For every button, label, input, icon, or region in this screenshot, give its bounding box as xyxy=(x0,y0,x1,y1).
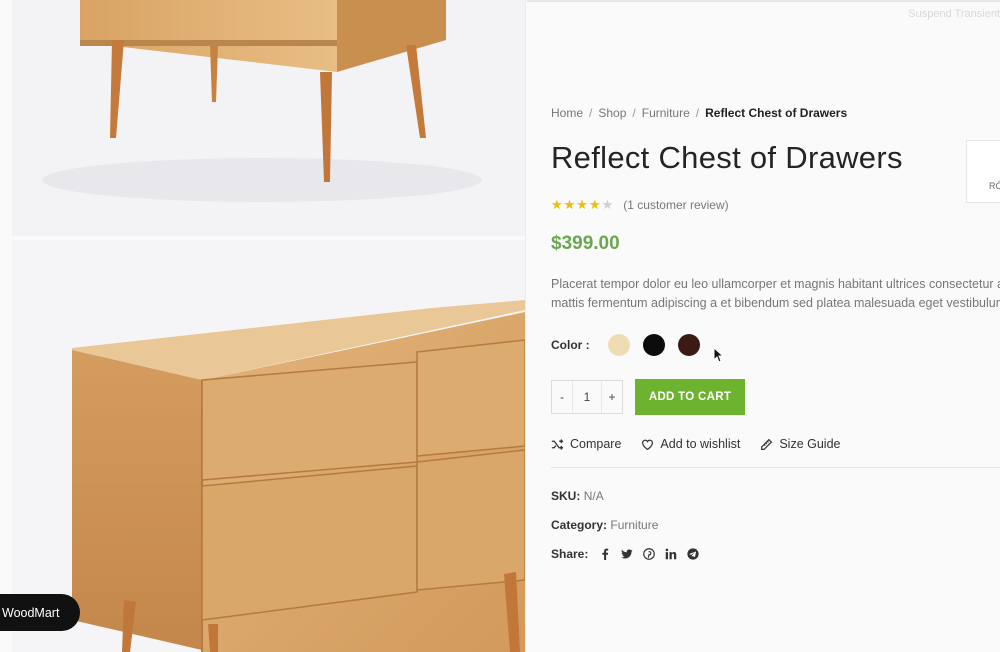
breadcrumb-furniture[interactable]: Furniture xyxy=(642,106,690,120)
color-swatch-black[interactable] xyxy=(642,334,665,356)
sku-row: SKU: N/A xyxy=(551,489,604,503)
sku-label: SKU: xyxy=(551,489,581,503)
add-to-cart-button[interactable]: ADD TO CART xyxy=(635,379,745,415)
star-rating-fill: ★★★★★ xyxy=(551,197,602,212)
product-description: Placerat tempor dolor eu leo ullamcorper… xyxy=(551,275,1000,313)
pinterest-icon[interactable] xyxy=(642,548,655,561)
product-price: $399.00 xyxy=(551,233,620,254)
category-row: Category: Furniture xyxy=(551,518,658,532)
wishlist-label: Add to wishlist xyxy=(660,437,741,451)
twitter-icon[interactable] xyxy=(620,548,633,561)
color-selector: Color : xyxy=(551,334,713,356)
heart-icon xyxy=(642,439,654,450)
product-image-bottom[interactable] xyxy=(12,240,525,652)
description-line: mattis fermentum adipiscing a et bibendu… xyxy=(551,296,1000,310)
add-to-cart-row: - 1 + ADD TO CART xyxy=(551,379,745,415)
breadcrumb-separator: / xyxy=(695,106,700,120)
divider xyxy=(551,467,1000,468)
product-image-top[interactable] xyxy=(12,0,525,236)
add-to-wishlist-button[interactable]: Add to wishlist xyxy=(641,437,740,451)
description-line: Placerat tempor dolor eu leo ullamcorper… xyxy=(551,277,1000,291)
product-actions: Compare Add to wishlist Size Guide xyxy=(551,437,860,451)
category-label: Category: xyxy=(551,518,608,532)
quantity-plus-button[interactable]: + xyxy=(602,381,622,413)
size-guide-button[interactable]: Size Guide xyxy=(760,437,840,451)
product-gallery xyxy=(0,0,525,652)
color-swatch-beige[interactable] xyxy=(607,334,630,356)
breadcrumb-shop[interactable]: Shop xyxy=(598,106,626,120)
share-row: Share: xyxy=(551,547,708,561)
color-swatch-brown[interactable] xyxy=(677,334,700,356)
woodmart-brand-pill[interactable]: WoodMart xyxy=(0,594,80,631)
telegram-icon[interactable] xyxy=(686,548,699,561)
review-link[interactable]: (1 customer review) xyxy=(623,198,728,212)
color-label: Color : xyxy=(551,338,590,352)
star-rating-icon: ★★★★★★★★★★ xyxy=(551,197,615,212)
ruler-icon xyxy=(761,438,773,450)
quantity-stepper: - 1 + xyxy=(551,380,623,414)
sku-value: N/A xyxy=(583,489,604,503)
linkedin-icon[interactable] xyxy=(664,548,677,561)
quantity-minus-button[interactable]: - xyxy=(552,381,572,413)
shuffle-icon xyxy=(551,438,564,450)
product-title: Reflect Chest of Drawers xyxy=(551,140,903,175)
quantity-input[interactable]: 1 xyxy=(572,381,602,413)
facebook-icon[interactable] xyxy=(598,548,611,561)
category-link[interactable]: Furniture xyxy=(610,518,658,532)
breadcrumb-separator: / xyxy=(632,106,636,120)
product-rating: ★★★★★★★★★★ (1 customer review) xyxy=(551,197,729,213)
size-guide-label: Size Guide xyxy=(779,437,841,451)
column-divider xyxy=(525,0,526,652)
top-border xyxy=(527,0,1000,2)
suspend-overlay-text: Suspend Transient xyxy=(908,8,1000,20)
breadcrumb: Home / Shop / Furniture / Reflect Chest of Dra… xyxy=(551,106,847,120)
compare-label: Compare xyxy=(570,437,622,451)
breadcrumb-home[interactable]: Home xyxy=(551,106,583,120)
breadcrumb-separator: / xyxy=(589,106,593,120)
side-sticky-box[interactable]: RÓ xyxy=(966,140,1000,203)
breadcrumb-current: Reflect Chest of Drawers xyxy=(705,106,848,120)
share-label: Share: xyxy=(551,547,589,561)
compare-button[interactable]: Compare xyxy=(551,437,621,451)
side-box-label: RÓ xyxy=(989,181,1000,191)
